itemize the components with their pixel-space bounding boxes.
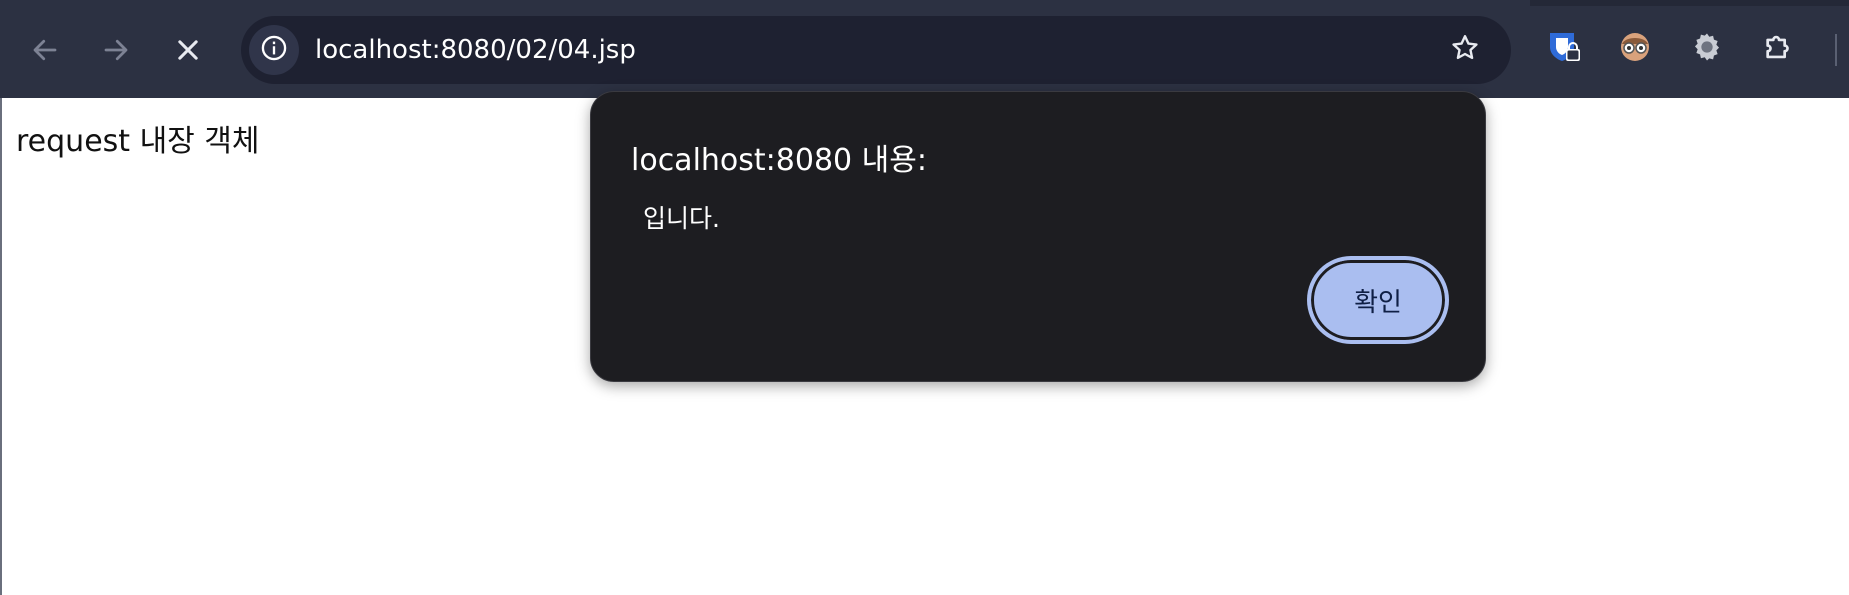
bookmark-button[interactable] <box>1443 28 1487 72</box>
site-info-button[interactable] <box>249 25 299 75</box>
address-bar[interactable]: localhost:8080/02/04.jsp <box>241 16 1511 84</box>
info-icon <box>260 34 288 66</box>
page-body-text: request 내장 객체 <box>16 124 260 159</box>
stop-button[interactable] <box>165 27 211 73</box>
extension-shield-button[interactable] <box>1540 25 1588 73</box>
back-button[interactable] <box>22 27 68 73</box>
close-icon <box>174 36 202 64</box>
dialog-message: 입니다. <box>643 204 720 233</box>
extension-gear-button[interactable] <box>1683 25 1731 73</box>
gear-icon <box>1690 30 1724 68</box>
avatar-icon <box>1617 29 1653 69</box>
dialog-title: localhost:8080 내용: <box>631 143 927 178</box>
puzzle-icon <box>1762 30 1796 68</box>
active-tab[interactable] <box>0 0 1530 6</box>
extensions-menu-button[interactable] <box>1755 25 1803 73</box>
alert-dialog: localhost:8080 내용: 입니다. 확인 <box>590 91 1486 382</box>
tab-strip <box>0 0 1849 6</box>
arrow-left-icon <box>30 35 60 65</box>
forward-button[interactable] <box>93 27 139 73</box>
shield-lock-icon <box>1546 29 1582 69</box>
arrow-right-icon <box>101 35 131 65</box>
toolbar-divider <box>1835 34 1837 66</box>
ok-button[interactable]: 확인 <box>1308 257 1448 343</box>
extension-avatar-button[interactable] <box>1611 25 1659 73</box>
window-edge <box>0 98 2 595</box>
url-text[interactable]: localhost:8080/02/04.jsp <box>315 16 636 84</box>
browser-toolbar: localhost:8080/02/04.jsp <box>0 0 1849 98</box>
star-icon <box>1449 32 1481 68</box>
